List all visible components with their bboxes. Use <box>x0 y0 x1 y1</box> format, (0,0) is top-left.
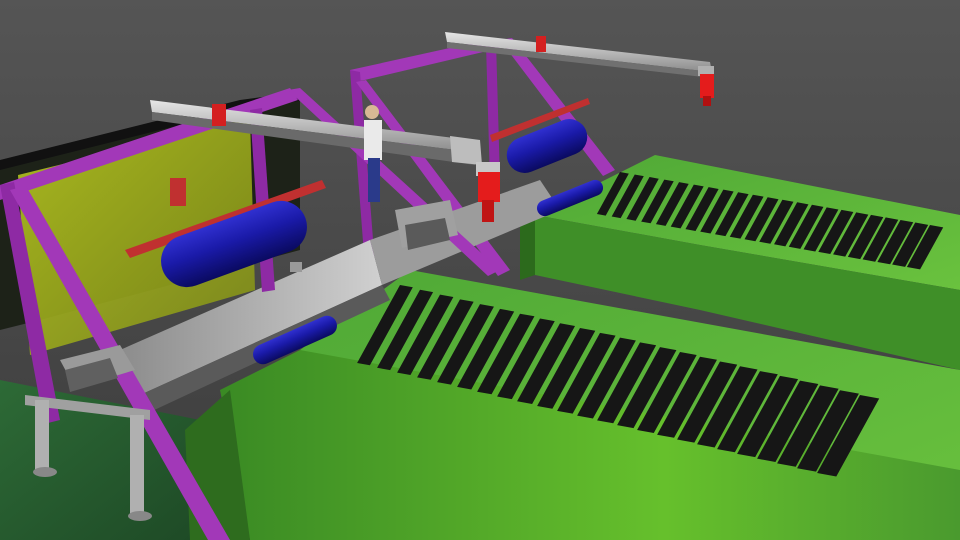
render-scene <box>0 0 960 540</box>
rear-gantry-carriage <box>536 36 546 52</box>
front-gantry-carriage <box>212 104 226 126</box>
scene-svg <box>0 0 960 540</box>
